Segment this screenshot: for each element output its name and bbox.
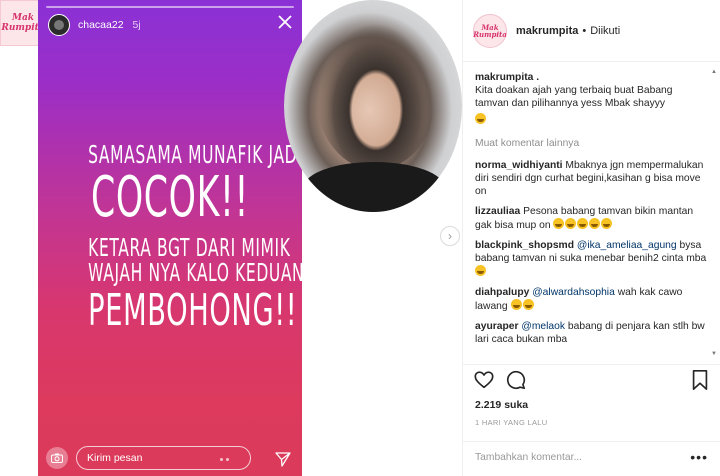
story-timestamp: 5j: [132, 19, 141, 31]
comment-icon[interactable]: [505, 369, 527, 391]
comment-mention[interactable]: @melaok: [521, 321, 565, 332]
comment-item: diahpalupy @alwardahsophia wah kak cawo …: [475, 286, 707, 313]
comment-mention[interactable]: @alwardahsophia: [532, 287, 615, 298]
post-avatar[interactable]: Mak Rumpita: [473, 13, 507, 48]
comments-list: makrumpita . Kita doakan ajah yang terba…: [475, 71, 707, 361]
story-avatar[interactable]: [48, 14, 70, 36]
laughing-emoji-icon: [475, 265, 486, 276]
add-comment-input[interactable]: Tambahkan komentar...: [463, 441, 720, 476]
action-icons: [473, 369, 710, 393]
bookmark-icon[interactable]: [690, 369, 710, 391]
post-username[interactable]: makrumpita: [516, 25, 578, 37]
separator-dot: •: [582, 24, 587, 37]
story-progress-bar: [46, 6, 294, 8]
story-panel: chacaa22 5j SAMASAMA MUNAFIK JADI COCOK!…: [38, 0, 302, 476]
comment-username[interactable]: norma_widhiyanti: [475, 160, 563, 171]
likes-count[interactable]: 2.219 suka: [475, 399, 528, 411]
close-icon[interactable]: [276, 13, 294, 31]
laughing-emoji-icon: [565, 218, 577, 229]
comment-mention[interactable]: @ika_ameliaa_agung: [577, 240, 677, 251]
comment-emojis: [553, 218, 613, 231]
camera-icon[interactable]: [46, 447, 68, 469]
story-text-line-2: COCOK!!: [90, 165, 250, 230]
selfie-clothing: [304, 162, 444, 212]
story-username[interactable]: chacaa22: [78, 19, 124, 31]
laughing-emoji-icon: [475, 113, 486, 124]
instagram-screenshot: Mak Rumpita chacaa22 5j SAMASAMA MUNAFIK…: [0, 0, 720, 476]
laughing-emoji-icon: [577, 218, 589, 229]
comment-username[interactable]: diahpalupy: [475, 287, 529, 298]
story-text-line-4: WAJAH NYA KALO KEDUANYA: [88, 258, 302, 287]
story-pagination-dots: [220, 458, 229, 461]
load-more-comments-link[interactable]: Muat komentar lainnya: [475, 137, 707, 150]
laughing-emoji-icon: [601, 218, 613, 229]
comment-item: norma_widhiyanti Mbaknya jgn mempermaluk…: [475, 159, 707, 198]
comment-username[interactable]: blackpink_shopsmd: [475, 240, 574, 251]
story-text-line-5: PEMBOHONG!!: [88, 285, 298, 336]
post-header: Mak Rumpita makrumpita • Diikuti: [463, 0, 720, 62]
selfie-image: [284, 0, 462, 212]
avatar-image: [54, 20, 64, 30]
caption-text: Kita doakan ajah yang terbaiq buat Baban…: [475, 85, 673, 109]
follow-status[interactable]: Diikuti: [590, 25, 620, 37]
post-actions: 2.219 suka 1 HARI YANG LALU Tambahkan ko…: [463, 364, 720, 465]
laughing-emoji-icon: [522, 299, 534, 310]
laughing-emoji-icon: [510, 299, 522, 310]
scroll-up-icon[interactable]: ▲: [710, 68, 718, 76]
comment-item: ayuraper @melaok babang di penjara kan s…: [475, 320, 707, 346]
caption: makrumpita . Kita doakan ajah yang terba…: [475, 71, 707, 127]
selfie-hair: [316, 20, 436, 170]
post-timestamp: 1 HARI YANG LALU: [475, 418, 548, 427]
story-footer: Kirim pesan: [38, 440, 302, 476]
post-panel: Mak Rumpita makrumpita • Diikuti makrump…: [462, 0, 720, 476]
laughing-emoji-icon: [553, 218, 565, 229]
scroll-down-icon[interactable]: ▼: [710, 350, 718, 358]
story-header: chacaa22 5j: [48, 14, 141, 36]
send-icon[interactable]: [274, 450, 292, 468]
more-options-icon[interactable]: •••: [690, 449, 708, 465]
comment-item: blackpink_shopsmd @ika_ameliaa_agung bys…: [475, 239, 707, 279]
comment-username[interactable]: lizzauliaa: [475, 206, 520, 217]
comment-item: lizzauliaa Pesona babang tamvan bikin ma…: [475, 205, 707, 232]
caption-emoji: [475, 113, 707, 127]
comment-username[interactable]: ayuraper: [475, 321, 519, 332]
heart-icon[interactable]: [473, 369, 495, 391]
comments-scrollbar[interactable]: ▲ ▼: [710, 68, 718, 358]
chevron-right-icon[interactable]: ›: [440, 226, 460, 246]
laughing-emoji-icon: [589, 218, 601, 229]
caption-username[interactable]: makrumpita .: [475, 72, 539, 83]
